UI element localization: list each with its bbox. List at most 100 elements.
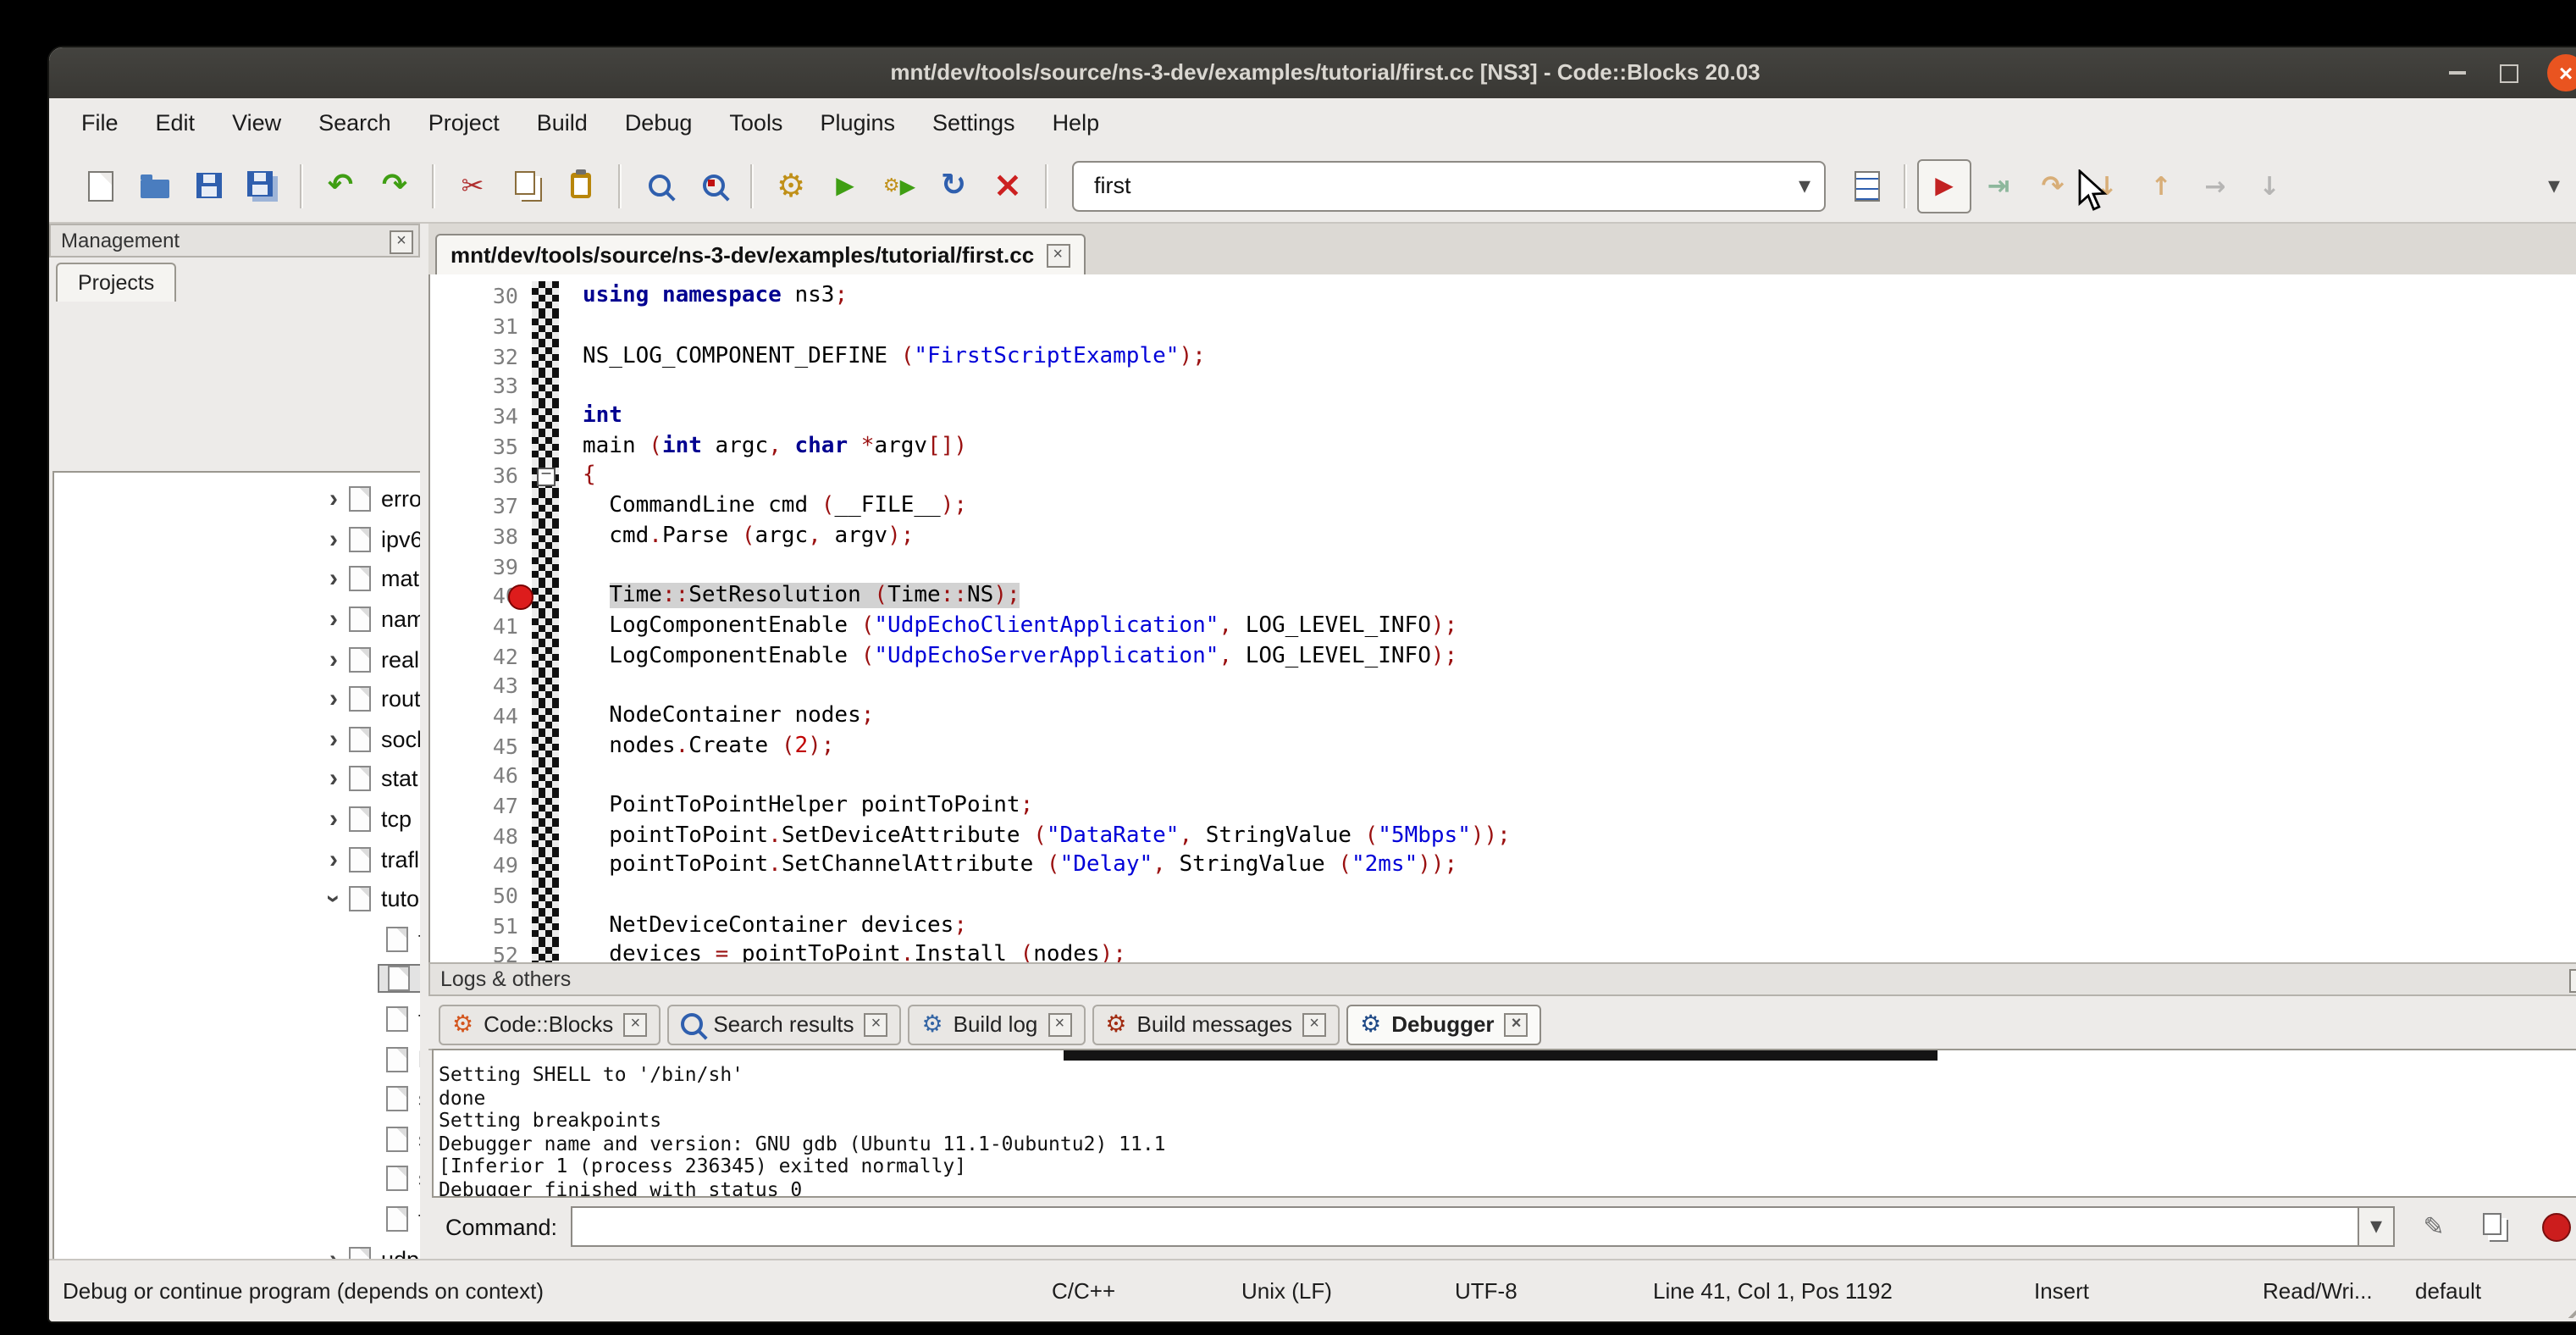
line-number[interactable]: 52 — [430, 943, 532, 962]
line-number[interactable]: 38 — [430, 523, 532, 549]
line-number[interactable]: 44 — [430, 703, 532, 728]
tree-item-udp[interactable]: ›udp — [54, 1239, 420, 1260]
chevron-right-icon[interactable]: › — [322, 725, 345, 754]
close-icon[interactable]: × — [1302, 1012, 1326, 1036]
paste-button[interactable] — [554, 158, 608, 213]
tree-item-se[interactable]: se — [54, 1119, 420, 1159]
line-number[interactable]: 37 — [430, 493, 532, 518]
tree-item-fir[interactable]: fir — [54, 959, 420, 999]
menu-build[interactable]: Build — [518, 98, 606, 149]
tree-item-he[interactable]: he — [54, 1039, 420, 1079]
close-icon[interactable]: × — [390, 230, 413, 254]
chevron-right-icon[interactable]: › — [322, 765, 345, 794]
log-tab-search-results[interactable]: Search results× — [667, 1004, 901, 1044]
tab-projects[interactable]: Projects — [56, 263, 176, 302]
log-tab-code-blocks[interactable]: Code::Blocks× — [439, 1004, 661, 1044]
compile-current-file-button[interactable] — [1839, 158, 1893, 213]
close-icon[interactable]: × — [623, 1012, 647, 1036]
close-icon[interactable]: × — [865, 1012, 888, 1036]
line-number[interactable]: 36 — [430, 463, 532, 489]
replace-button[interactable] — [686, 158, 740, 213]
log-tab-build-messages[interactable]: Build messages× — [1092, 1004, 1340, 1044]
editor-tab-first-cc[interactable]: mnt/dev/tools/source/ns-3-dev/examples/t… — [435, 234, 1085, 274]
maximize-button[interactable] — [2490, 54, 2527, 91]
menu-tools[interactable]: Tools — [710, 98, 801, 149]
line-number[interactable]: 35 — [430, 434, 532, 459]
tree-item-real[interactable]: ›real — [54, 640, 420, 679]
line-number[interactable]: 51 — [430, 913, 532, 939]
close-icon[interactable]: × — [2569, 969, 2576, 993]
menu-file[interactable]: File — [63, 98, 137, 149]
menu-view[interactable]: View — [213, 98, 300, 149]
step-into-instruction-button[interactable] — [2242, 158, 2297, 213]
toolbar-overflow-button[interactable] — [2527, 158, 2576, 213]
debug-continue-button[interactable] — [1917, 158, 1971, 213]
build-button[interactable] — [764, 158, 818, 213]
chevron-right-icon[interactable]: › — [322, 805, 345, 834]
line-number[interactable]: 41 — [430, 613, 532, 639]
menu-help[interactable]: Help — [1034, 98, 1119, 149]
next-instruction-button[interactable] — [2188, 158, 2242, 213]
chevron-right-icon[interactable]: › — [322, 685, 345, 714]
tree-item-six[interactable]: six — [54, 1159, 420, 1199]
tree-item-sock[interactable]: ›sock — [54, 719, 420, 759]
open-file-button[interactable] — [127, 158, 181, 213]
line-number[interactable]: 46 — [430, 763, 532, 789]
rebuild-button[interactable] — [926, 158, 981, 213]
line-number[interactable]: 31 — [430, 313, 532, 339]
chevron-right-icon[interactable]: › — [322, 845, 345, 873]
fold-marker-icon[interactable]: – — [537, 468, 556, 486]
find-button[interactable] — [632, 158, 686, 213]
tree-item-tuto[interactable]: ›tuto — [54, 879, 420, 919]
stop-debugger-button[interactable] — [2534, 1206, 2576, 1247]
line-number[interactable]: 48 — [430, 823, 532, 848]
tree-item-se[interactable]: se — [54, 1079, 420, 1119]
tree-item-nam[interactable]: ›nam — [54, 600, 420, 640]
redo-button[interactable] — [368, 158, 422, 213]
save-all-button[interactable] — [235, 158, 290, 213]
chevron-right-icon[interactable]: › — [322, 645, 345, 673]
step-out-button[interactable] — [2134, 158, 2188, 213]
tree-item-fif[interactable]: fif — [54, 919, 420, 959]
chevron-right-icon[interactable]: › — [322, 485, 345, 514]
chevron-right-icon[interactable]: › — [322, 565, 345, 594]
line-number[interactable]: 30 — [430, 284, 532, 309]
new-file-button[interactable] — [73, 158, 127, 213]
debugger-log[interactable]: Setting SHELL to '/bin/sh'doneSetting br… — [432, 1049, 2576, 1198]
resize-grip[interactable] — [2568, 1288, 2576, 1318]
copy-button[interactable] — [500, 158, 554, 213]
log-tab-build-log[interactable]: Build log× — [909, 1004, 1086, 1044]
menu-project[interactable]: Project — [410, 98, 518, 149]
line-number[interactable]: 49 — [430, 853, 532, 878]
breakpoint-icon[interactable] — [508, 584, 533, 610]
cut-button[interactable] — [445, 158, 500, 213]
close-icon[interactable]: × — [1048, 1012, 1071, 1036]
save-button[interactable] — [181, 158, 235, 213]
minimize-button[interactable] — [2439, 54, 2476, 91]
close-icon[interactable]: × — [1505, 1012, 1528, 1036]
line-number[interactable]: 50 — [430, 883, 532, 908]
run-to-cursor-button[interactable] — [1971, 158, 2026, 213]
line-number[interactable]: 34 — [430, 403, 532, 429]
line-number[interactable]: 33 — [430, 374, 532, 399]
menu-debug[interactable]: Debug — [606, 98, 711, 149]
line-number[interactable]: 32 — [430, 343, 532, 368]
abort-build-button[interactable] — [981, 158, 1035, 213]
menu-settings[interactable]: Settings — [914, 98, 1034, 149]
chevron-right-icon[interactable]: › — [322, 605, 345, 634]
tree-item-mat[interactable]: ›mat — [54, 559, 420, 599]
tree-item-ipv6[interactable]: ›ipv6 — [54, 519, 420, 559]
build-and-run-button[interactable] — [872, 158, 926, 213]
line-number[interactable]: 47 — [430, 793, 532, 818]
line-number[interactable]: 39 — [430, 553, 532, 579]
tree-item-rout[interactable]: ›rout — [54, 679, 420, 719]
undo-button[interactable] — [313, 158, 368, 213]
tree-item-tcp[interactable]: ›tcp — [54, 800, 420, 839]
title-bar[interactable]: mnt/dev/tools/source/ns-3-dev/examples/t… — [49, 47, 2576, 100]
chevron-down-icon[interactable]: › — [319, 887, 348, 911]
line-number[interactable]: 43 — [430, 673, 532, 699]
code-editor[interactable]: 30using namespace ns3;3132NS_LOG_COMPONE… — [428, 274, 2576, 962]
edit-command-button[interactable]: ✎ — [2412, 1206, 2456, 1247]
copy-log-button[interactable] — [2473, 1206, 2517, 1247]
run-button[interactable] — [818, 158, 872, 213]
